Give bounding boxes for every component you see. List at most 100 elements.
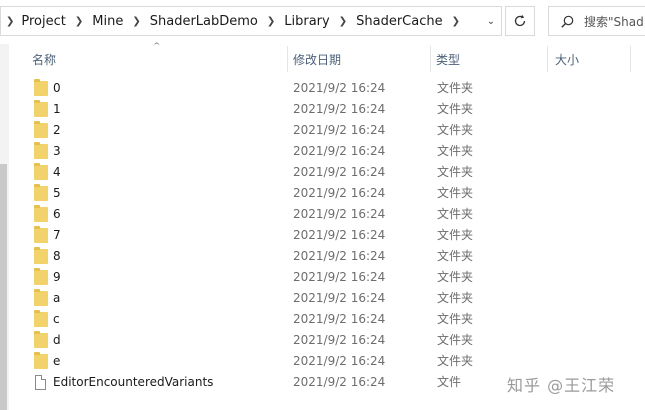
breadcrumb-shaderlabdemo[interactable]: ShaderLabDemo — [150, 14, 258, 29]
folder-icon — [34, 289, 48, 306]
file-name: EditorEncounteredVariants — [53, 375, 214, 389]
breadcrumb: ❯ Project ❯ Mine ❯ ShaderLabDemo ❯ Libra… — [4, 7, 469, 35]
chevron-right-icon[interactable]: ❯ — [452, 16, 460, 27]
file-list: 0 2021/9/2 16:24 文件夹 1 2021/9/2 16:24 文件夹 2 202… — [0, 78, 645, 393]
search-icon — [561, 15, 574, 28]
file-type: 文件夹 — [437, 312, 474, 326]
address-bar[interactable]: ❯ Project ❯ Mine ❯ ShaderLabDemo ❯ Libra… — [0, 6, 502, 36]
file-type: 文件夹 — [437, 333, 474, 347]
folder-icon — [34, 163, 48, 180]
file-name: 6 — [53, 207, 61, 221]
file-row[interactable]: 0 2021/9/2 16:24 文件夹 — [0, 78, 645, 99]
column-header: ⌃ 名称 修改日期 类型 大小 — [9, 42, 645, 74]
folder-icon — [34, 79, 48, 96]
folder-icon — [34, 268, 48, 285]
file-type: 文件夹 — [437, 186, 474, 200]
file-date-modified: 2021/9/2 16:24 — [293, 81, 386, 95]
file-icon — [35, 375, 46, 390]
chevron-right-icon[interactable]: ❯ — [339, 16, 347, 27]
breadcrumb-library[interactable]: Library — [284, 14, 329, 29]
folder-icon — [34, 310, 48, 327]
file-row[interactable]: c 2021/9/2 16:24 文件夹 — [0, 309, 645, 330]
file-name: 4 — [53, 165, 61, 179]
chevron-right-icon[interactable]: ❯ — [6, 16, 14, 27]
file-row[interactable]: 5 2021/9/2 16:24 文件夹 — [0, 183, 645, 204]
file-name: 3 — [53, 144, 61, 158]
file-name: 0 — [53, 81, 61, 95]
file-date-modified: 2021/9/2 16:24 — [293, 333, 386, 347]
column-divider[interactable] — [287, 46, 288, 72]
file-date-modified: 2021/9/2 16:24 — [293, 354, 386, 368]
file-name: 5 — [53, 186, 61, 200]
file-date-modified: 2021/9/2 16:24 — [293, 144, 386, 158]
chevron-right-icon[interactable]: ❯ — [75, 16, 83, 27]
breadcrumb-project[interactable]: Project — [21, 14, 65, 29]
folder-icon — [34, 226, 48, 243]
file-date-modified: 2021/9/2 16:24 — [293, 270, 386, 284]
file-name: e — [53, 354, 61, 368]
column-size[interactable]: 大小 — [555, 44, 625, 74]
column-date-modified[interactable]: 修改日期 — [293, 44, 423, 74]
breadcrumb-shadercache[interactable]: ShaderCache — [356, 14, 442, 29]
column-divider[interactable] — [430, 46, 431, 72]
file-date-modified: 2021/9/2 16:24 — [293, 228, 386, 242]
folder-icon — [34, 100, 48, 117]
file-type: 文件夹 — [437, 102, 474, 116]
file-type: 文件夹 — [437, 144, 474, 158]
file-row[interactable]: 9 2021/9/2 16:24 文件夹 — [0, 267, 645, 288]
file-row[interactable]: 4 2021/9/2 16:24 文件夹 — [0, 162, 645, 183]
file-name: c — [53, 312, 60, 326]
watermark: 知乎 @王江荣 — [507, 376, 616, 395]
file-name: d — [53, 333, 61, 347]
column-type[interactable]: 类型 — [436, 44, 536, 74]
file-row[interactable]: 3 2021/9/2 16:24 文件夹 — [0, 141, 645, 162]
file-type: 文件夹 — [437, 81, 474, 95]
file-row[interactable]: 1 2021/9/2 16:24 文件夹 — [0, 99, 645, 120]
chevron-right-icon[interactable]: ❯ — [132, 16, 140, 27]
file-type: 文件 — [437, 375, 462, 389]
search-box[interactable]: 搜索"Shad — [548, 6, 645, 36]
folder-icon — [34, 184, 48, 201]
file-type: 文件夹 — [437, 165, 474, 179]
file-name: a — [53, 291, 61, 305]
file-date-modified: 2021/9/2 16:24 — [293, 123, 386, 137]
column-divider[interactable] — [630, 46, 631, 72]
file-name: 8 — [53, 249, 61, 263]
search-input[interactable]: 搜索"Shad — [584, 13, 644, 30]
folder-icon — [34, 121, 48, 138]
file-date-modified: 2021/9/2 16:24 — [293, 375, 386, 389]
file-date-modified: 2021/9/2 16:24 — [293, 291, 386, 305]
folder-icon — [34, 247, 48, 264]
file-type: 文件夹 — [437, 249, 474, 263]
column-divider[interactable] — [547, 46, 548, 72]
file-type: 文件夹 — [437, 228, 474, 242]
file-row[interactable]: 6 2021/9/2 16:24 文件夹 — [0, 204, 645, 225]
file-type: 文件夹 — [437, 207, 474, 221]
folder-icon — [34, 331, 48, 348]
file-date-modified: 2021/9/2 16:24 — [293, 312, 386, 326]
file-type: 文件夹 — [437, 123, 474, 137]
file-date-modified: 2021/9/2 16:24 — [293, 102, 386, 116]
refresh-icon — [514, 14, 526, 27]
chevron-right-icon[interactable]: ❯ — [267, 16, 275, 27]
folder-icon — [34, 205, 48, 222]
file-row[interactable]: 8 2021/9/2 16:24 文件夹 — [0, 246, 645, 267]
file-row[interactable]: e 2021/9/2 16:24 文件夹 — [0, 351, 645, 372]
file-row[interactable]: d 2021/9/2 16:24 文件夹 — [0, 330, 645, 351]
column-name[interactable]: 名称 — [32, 44, 282, 74]
folder-icon — [34, 142, 48, 159]
file-date-modified: 2021/9/2 16:24 — [293, 165, 386, 179]
refresh-button[interactable] — [505, 6, 535, 36]
file-type: 文件夹 — [437, 354, 474, 368]
file-date-modified: 2021/9/2 16:24 — [293, 249, 386, 263]
address-history-dropdown[interactable]: ⌄ — [478, 6, 504, 36]
file-row[interactable]: 7 2021/9/2 16:24 文件夹 — [0, 225, 645, 246]
breadcrumb-mine[interactable]: Mine — [92, 14, 123, 29]
file-row[interactable]: 2 2021/9/2 16:24 文件夹 — [0, 120, 645, 141]
file-name: 2 — [53, 123, 61, 137]
file-name: 1 — [53, 102, 61, 116]
file-date-modified: 2021/9/2 16:24 — [293, 207, 386, 221]
folder-icon — [34, 352, 48, 369]
file-name: 7 — [53, 228, 61, 242]
file-row[interactable]: a 2021/9/2 16:24 文件夹 — [0, 288, 645, 309]
